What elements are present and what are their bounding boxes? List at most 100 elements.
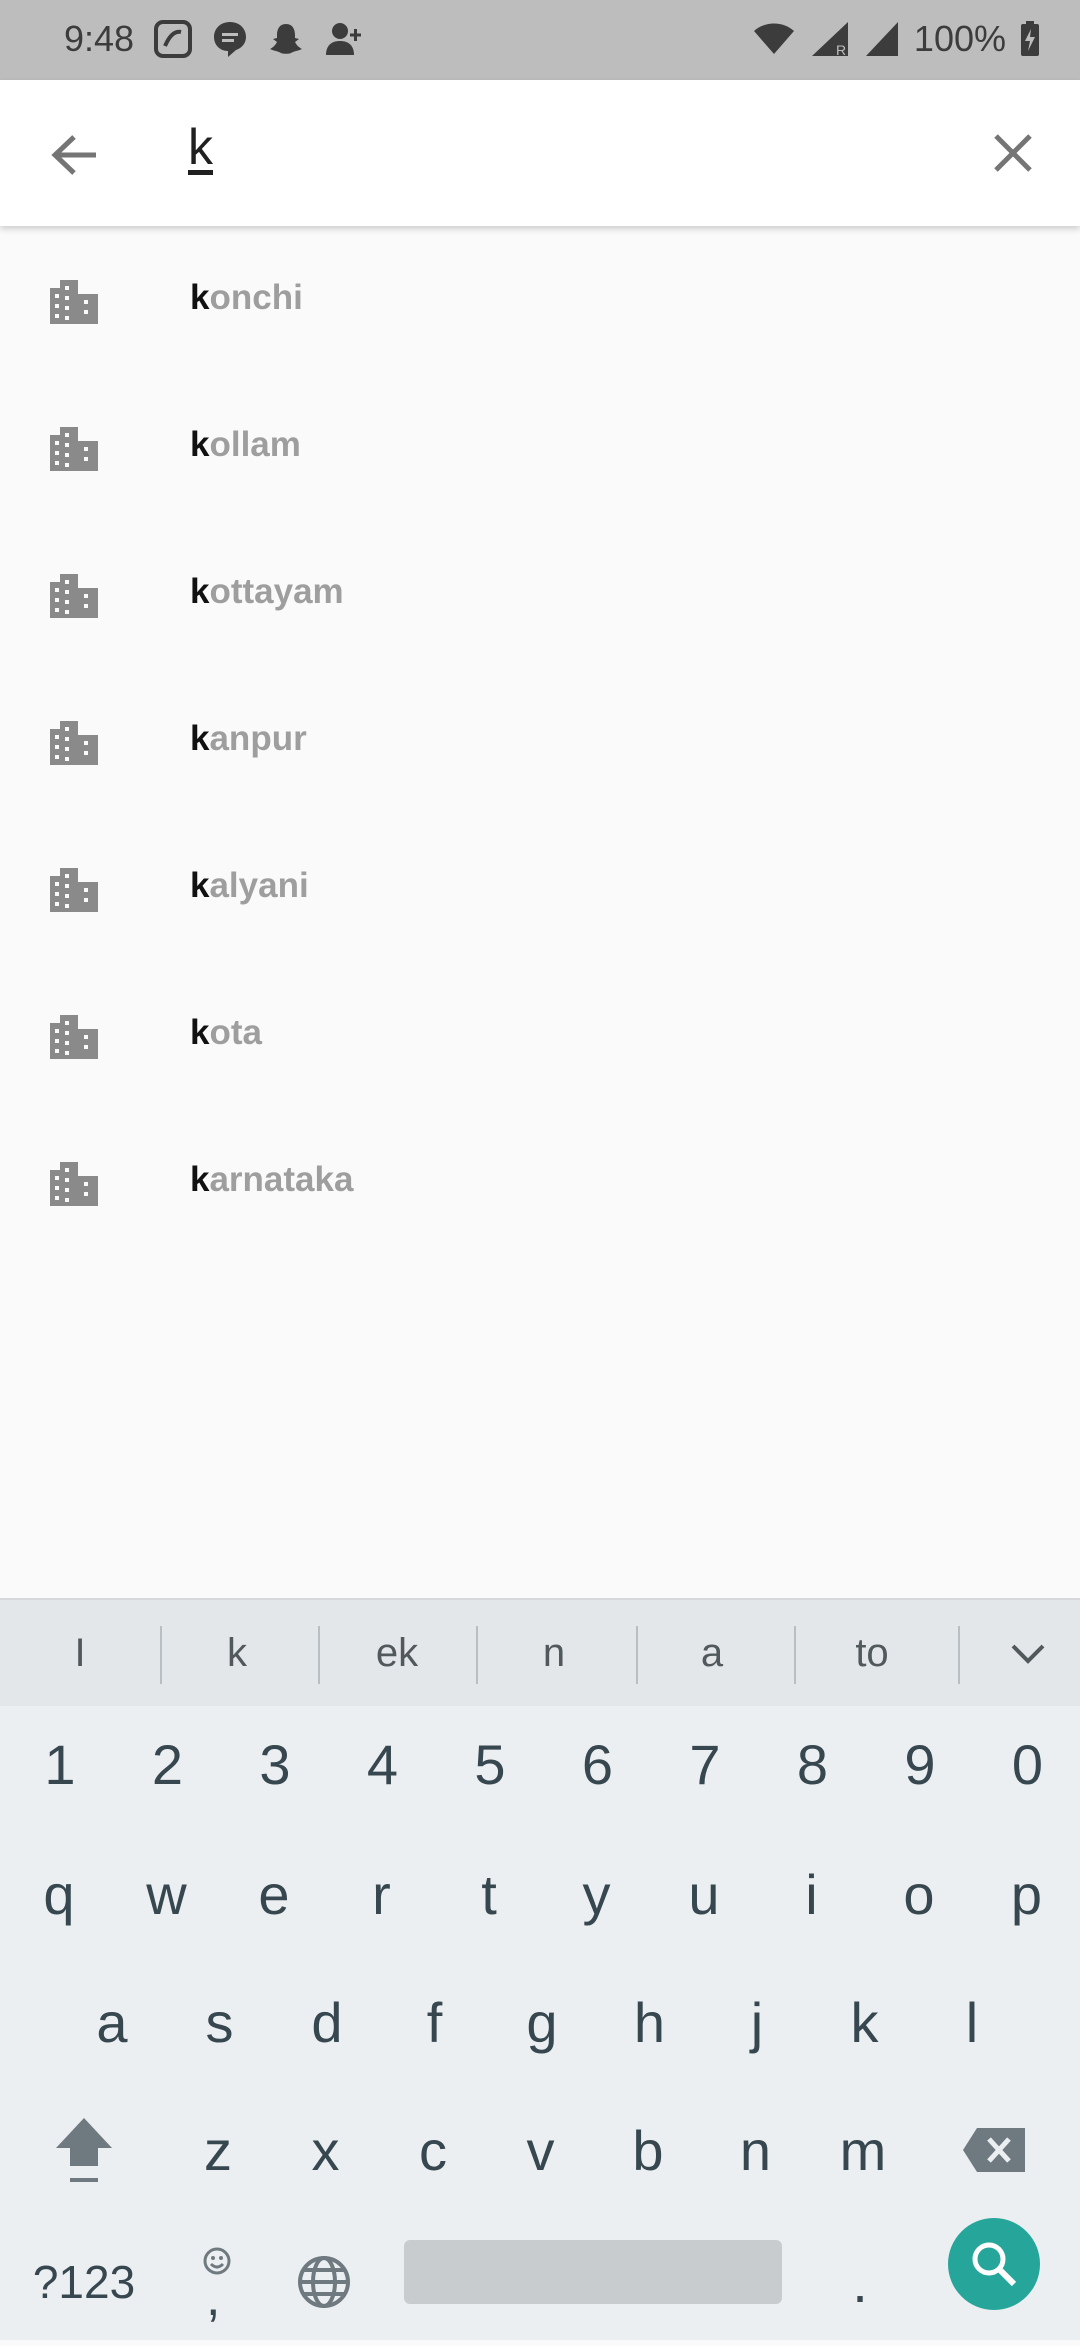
list-item[interactable]: kota xyxy=(0,961,1080,1108)
matched-text: k xyxy=(190,1160,210,1199)
key-8[interactable]: 8 xyxy=(763,1700,863,1828)
matched-text: k xyxy=(190,572,210,611)
key-j[interactable]: j xyxy=(707,1958,807,2086)
key-n[interactable]: n xyxy=(706,2086,806,2214)
backspace-key[interactable] xyxy=(939,2086,1049,2214)
key-l[interactable]: l xyxy=(922,1958,1022,2086)
wifi-icon xyxy=(752,22,796,56)
key-7[interactable]: 7 xyxy=(655,1700,755,1828)
key-o[interactable]: o xyxy=(869,1830,969,1958)
status-bar: 9:48 R 100% xyxy=(0,0,1080,80)
list-item[interactable]: konchi xyxy=(0,226,1080,373)
key-3[interactable]: 3 xyxy=(225,1700,325,1828)
key-v[interactable]: v xyxy=(491,2086,591,2214)
city-name: karnataka xyxy=(190,1160,353,1200)
suggestion-word[interactable]: to xyxy=(802,1600,942,1706)
shift-icon xyxy=(56,2118,112,2182)
remaining-text: ota xyxy=(209,1013,262,1052)
suggestion-word[interactable]: k xyxy=(167,1600,307,1706)
suggestion-list: konchi kollam kottayam kanpur kalyani kota kar… xyxy=(0,226,1080,1255)
key-6[interactable]: 6 xyxy=(548,1700,648,1828)
key-t[interactable]: t xyxy=(439,1830,539,1958)
back-button[interactable] xyxy=(40,125,108,185)
key-z[interactable]: z xyxy=(168,2086,268,2214)
language-key[interactable] xyxy=(279,2218,369,2346)
key-1[interactable]: 1 xyxy=(10,1700,110,1828)
search-input[interactable]: k xyxy=(188,118,213,176)
key-w[interactable]: w xyxy=(117,1830,217,1958)
symbols-key[interactable]: ?123 xyxy=(19,2218,149,2346)
key-0[interactable]: 0 xyxy=(978,1700,1078,1828)
key-r[interactable]: r xyxy=(332,1830,432,1958)
comma-key[interactable]: , xyxy=(173,2218,263,2346)
key-4[interactable]: 4 xyxy=(333,1700,433,1828)
key-u[interactable]: u xyxy=(654,1830,754,1958)
list-item[interactable]: karnataka xyxy=(0,1108,1080,1255)
suggestion-word[interactable]: ek xyxy=(327,1600,467,1706)
key-m[interactable]: m xyxy=(813,2086,913,2214)
backspace-icon xyxy=(963,2128,1025,2172)
key-a[interactable]: a xyxy=(62,1958,162,2086)
city-name: kollam xyxy=(190,425,301,465)
list-item[interactable]: kottayam xyxy=(0,520,1080,667)
collapse-suggestions-button[interactable] xyxy=(1000,1626,1056,1682)
remaining-text: anpur xyxy=(209,719,307,758)
shift-key[interactable] xyxy=(29,2086,139,2214)
suggestion-divider xyxy=(794,1626,796,1684)
key-x[interactable]: x xyxy=(276,2086,376,2214)
key-k[interactable]: k xyxy=(815,1958,915,2086)
chevron-down-icon xyxy=(1011,1644,1045,1664)
key-y[interactable]: y xyxy=(547,1830,647,1958)
key-c[interactable]: c xyxy=(383,2086,483,2214)
add-person-icon xyxy=(324,21,364,57)
key-f[interactable]: f xyxy=(385,1958,485,2086)
remaining-text: ollam xyxy=(209,425,301,464)
battery-charging-icon xyxy=(1020,21,1040,57)
key-g[interactable]: g xyxy=(492,1958,592,2086)
city-name: kota xyxy=(190,1013,262,1053)
saavn-icon xyxy=(154,20,192,58)
matched-text: k xyxy=(190,719,210,758)
city-name: kalyani xyxy=(190,866,309,906)
list-item[interactable]: kalyani xyxy=(0,814,1080,961)
suggestion-divider xyxy=(160,1626,162,1684)
city-name: kottayam xyxy=(190,572,344,612)
city-icon xyxy=(50,868,98,912)
city-name: konchi xyxy=(190,278,303,318)
remaining-text: alyani xyxy=(209,866,309,905)
suggestion-strip: Ik ek n a to xyxy=(0,1598,1080,1706)
arrow-left-icon xyxy=(51,135,96,175)
key-b[interactable]: b xyxy=(598,2086,698,2214)
key-2[interactable]: 2 xyxy=(118,1700,218,1828)
remaining-text: ottayam xyxy=(209,572,344,611)
space-key[interactable] xyxy=(404,2240,782,2304)
remaining-text: onchi xyxy=(209,278,303,317)
period-key[interactable]: . xyxy=(820,2218,900,2346)
suggestion-word[interactable]: n xyxy=(484,1600,624,1706)
city-icon xyxy=(50,1015,98,1059)
status-time: 9:48 xyxy=(64,18,135,59)
key-e[interactable]: e xyxy=(224,1830,324,1958)
matched-text: k xyxy=(190,866,210,905)
key-i[interactable]: i xyxy=(762,1830,862,1958)
qwerty-row: qwertyuiop xyxy=(0,1830,1080,1958)
list-item[interactable]: kollam xyxy=(0,373,1080,520)
search-action-key[interactable] xyxy=(948,2218,1040,2310)
suggestion-divider xyxy=(958,1626,960,1684)
key-5[interactable]: 5 xyxy=(440,1700,540,1828)
key-s[interactable]: s xyxy=(170,1958,270,2086)
key-d[interactable]: d xyxy=(277,1958,377,2086)
snapchat-icon xyxy=(268,21,304,57)
list-item[interactable]: kanpur xyxy=(0,667,1080,814)
city-icon xyxy=(50,574,98,618)
search-icon xyxy=(972,2242,1017,2287)
clear-search-button[interactable] xyxy=(982,122,1044,184)
key-9[interactable]: 9 xyxy=(870,1700,970,1828)
key-h[interactable]: h xyxy=(600,1958,700,2086)
key-q[interactable]: q xyxy=(9,1830,109,1958)
suggestion-divider xyxy=(318,1626,320,1684)
suggestion-word[interactable]: I xyxy=(10,1600,150,1706)
globe-icon xyxy=(298,2256,350,2308)
key-p[interactable]: p xyxy=(977,1830,1077,1958)
suggestion-word[interactable]: a xyxy=(642,1600,782,1706)
